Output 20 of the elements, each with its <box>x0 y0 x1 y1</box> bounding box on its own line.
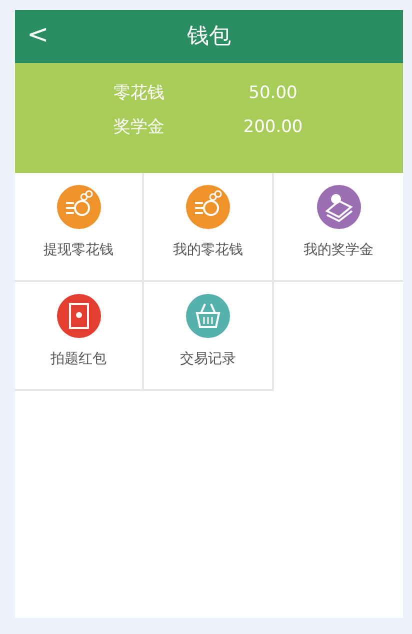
menu-tile[interactable]: 拍题红包 <box>15 282 144 391</box>
tile-label: 交易记录 <box>180 350 236 369</box>
back-button[interactable]: < <box>23 20 53 50</box>
tile-label: 我的奖学金 <box>304 241 374 260</box>
coins-icon <box>186 185 230 229</box>
menu-tile[interactable]: 我的零花钱 <box>144 173 274 282</box>
page-title: 钱包 <box>187 23 231 51</box>
balance-label: 零花钱 <box>112 82 166 106</box>
envelope-icon <box>56 294 100 338</box>
coins-icon <box>56 185 100 229</box>
tile-label: 提现零花钱 <box>44 241 114 260</box>
balance-label: 奖学金 <box>112 116 166 140</box>
balance-amount: 200.00 <box>242 116 304 140</box>
tile-label: 我的零花钱 <box>173 241 243 260</box>
stack-icon <box>316 185 360 229</box>
menu-tile[interactable]: 提现零花钱 <box>15 173 144 282</box>
balance-amount: 50.00 <box>248 82 298 106</box>
tile-label: 拍题红包 <box>50 350 106 369</box>
basket-icon <box>186 294 230 338</box>
menu-tile[interactable]: 交易记录 <box>144 282 274 391</box>
